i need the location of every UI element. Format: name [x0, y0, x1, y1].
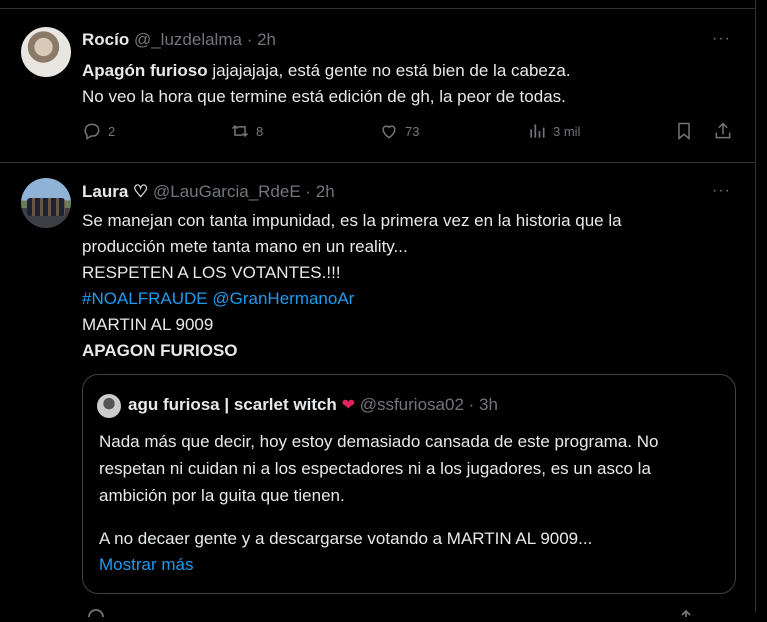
repost-icon: [231, 124, 249, 138]
quote-text: Nada más que decir, hoy estoy demasiado …: [99, 428, 658, 552]
views-count: 3 mil: [553, 123, 581, 139]
quote-text-line: A no decaer gente y a descargarse votand…: [99, 529, 593, 548]
author-name[interactable]: Rocío: [82, 30, 129, 49]
quote-text-line: Nada más que decir, hoy estoy demasiado …: [99, 432, 659, 451]
quote-header: agu furiosa | scarlet witch ❤ @ssfuriosa…: [128, 395, 498, 415]
tweet-text: Apagón furioso jajajajaja, está gente no…: [82, 58, 571, 110]
like-icon: [382, 125, 396, 139]
bookmark-icon: [678, 122, 690, 141]
like-count: 73: [405, 123, 420, 139]
hashtag-link[interactable]: #NOALFRAUDE: [82, 289, 208, 308]
share-button[interactable]: [713, 121, 739, 141]
tweet-text: Se manejan con tanta impunidad, es la pr…: [82, 208, 622, 364]
author-handle[interactable]: @LauGarcia_RdeE: [153, 182, 301, 201]
author-name[interactable]: Laura ♡: [82, 182, 148, 201]
tweet-text-line: Se manejan con tanta impunidad, es la pr…: [82, 211, 622, 230]
timestamp: · 3h: [468, 395, 498, 414]
avatar[interactable]: [21, 27, 71, 77]
tweet-text-bold: Apagón furioso: [82, 61, 208, 80]
show-more-link[interactable]: Mostrar más: [99, 555, 193, 575]
share-icon[interactable]: [676, 604, 696, 617]
quoted-tweet[interactable]: agu furiosa | scarlet witch ❤ @ssfuriosa…: [82, 374, 736, 594]
repost-count: 8: [256, 123, 264, 139]
tweet-text-line: producción mete tanta mano en un reality…: [82, 237, 408, 256]
timestamp[interactable]: · 2h: [247, 30, 276, 49]
quote-text-line: ambición por la guita que tienen.: [99, 486, 345, 505]
tweet-actions: 2 8 73 3 mil: [82, 121, 742, 145]
quote-text-line: respetan ni cuidan ni a los espectadores…: [99, 459, 651, 478]
tweet-text-line: jajajajaja, está gente no está bien de l…: [207, 61, 571, 80]
like-button[interactable]: 73: [379, 121, 419, 141]
views-button[interactable]: 3 mil: [527, 121, 580, 141]
more-icon[interactable]: ···: [712, 30, 731, 48]
tweet-text-line: MARTIN AL 9009: [82, 315, 214, 334]
tweet-text-line: RESPETEN A LOS VOTANTES.!!!: [82, 263, 341, 282]
avatar[interactable]: [97, 394, 121, 418]
tweet-text-line: No veo la hora que termine está edición …: [82, 87, 566, 106]
tweet-rocio[interactable]: Rocío @_luzdelalma · 2h ··· Apagón furio…: [0, 0, 755, 162]
author-name: agu furiosa | scarlet witch: [128, 395, 337, 414]
reply-count: 2: [108, 123, 116, 139]
timestamp[interactable]: · 2h: [305, 182, 334, 201]
tweet-header: Rocío @_luzdelalma · 2h: [82, 30, 276, 50]
more-icon[interactable]: ···: [712, 182, 731, 200]
author-handle[interactable]: @_luzdelalma: [134, 30, 242, 49]
share-icon: [715, 122, 731, 139]
tweet-header: Laura ♡ @LauGarcia_RdeE · 2h: [82, 182, 335, 202]
tweet-text-line: APAGON FURIOSO: [82, 341, 238, 360]
repost-button[interactable]: 8: [230, 121, 263, 141]
author-handle: @ssfuriosa02: [359, 395, 464, 414]
mention-link[interactable]: @GranHermanoAr: [212, 289, 354, 308]
heart-fire-icon: ❤: [341, 397, 355, 414]
avatar[interactable]: [21, 178, 71, 228]
bookmark-button[interactable]: [674, 121, 700, 141]
reply-button[interactable]: 2: [82, 121, 115, 141]
reply-icon[interactable]: [86, 604, 106, 618]
views-icon: [530, 124, 545, 138]
reply-icon: [84, 123, 100, 140]
timeline-column: Rocío @_luzdelalma · 2h ··· Apagón furio…: [0, 0, 756, 618]
